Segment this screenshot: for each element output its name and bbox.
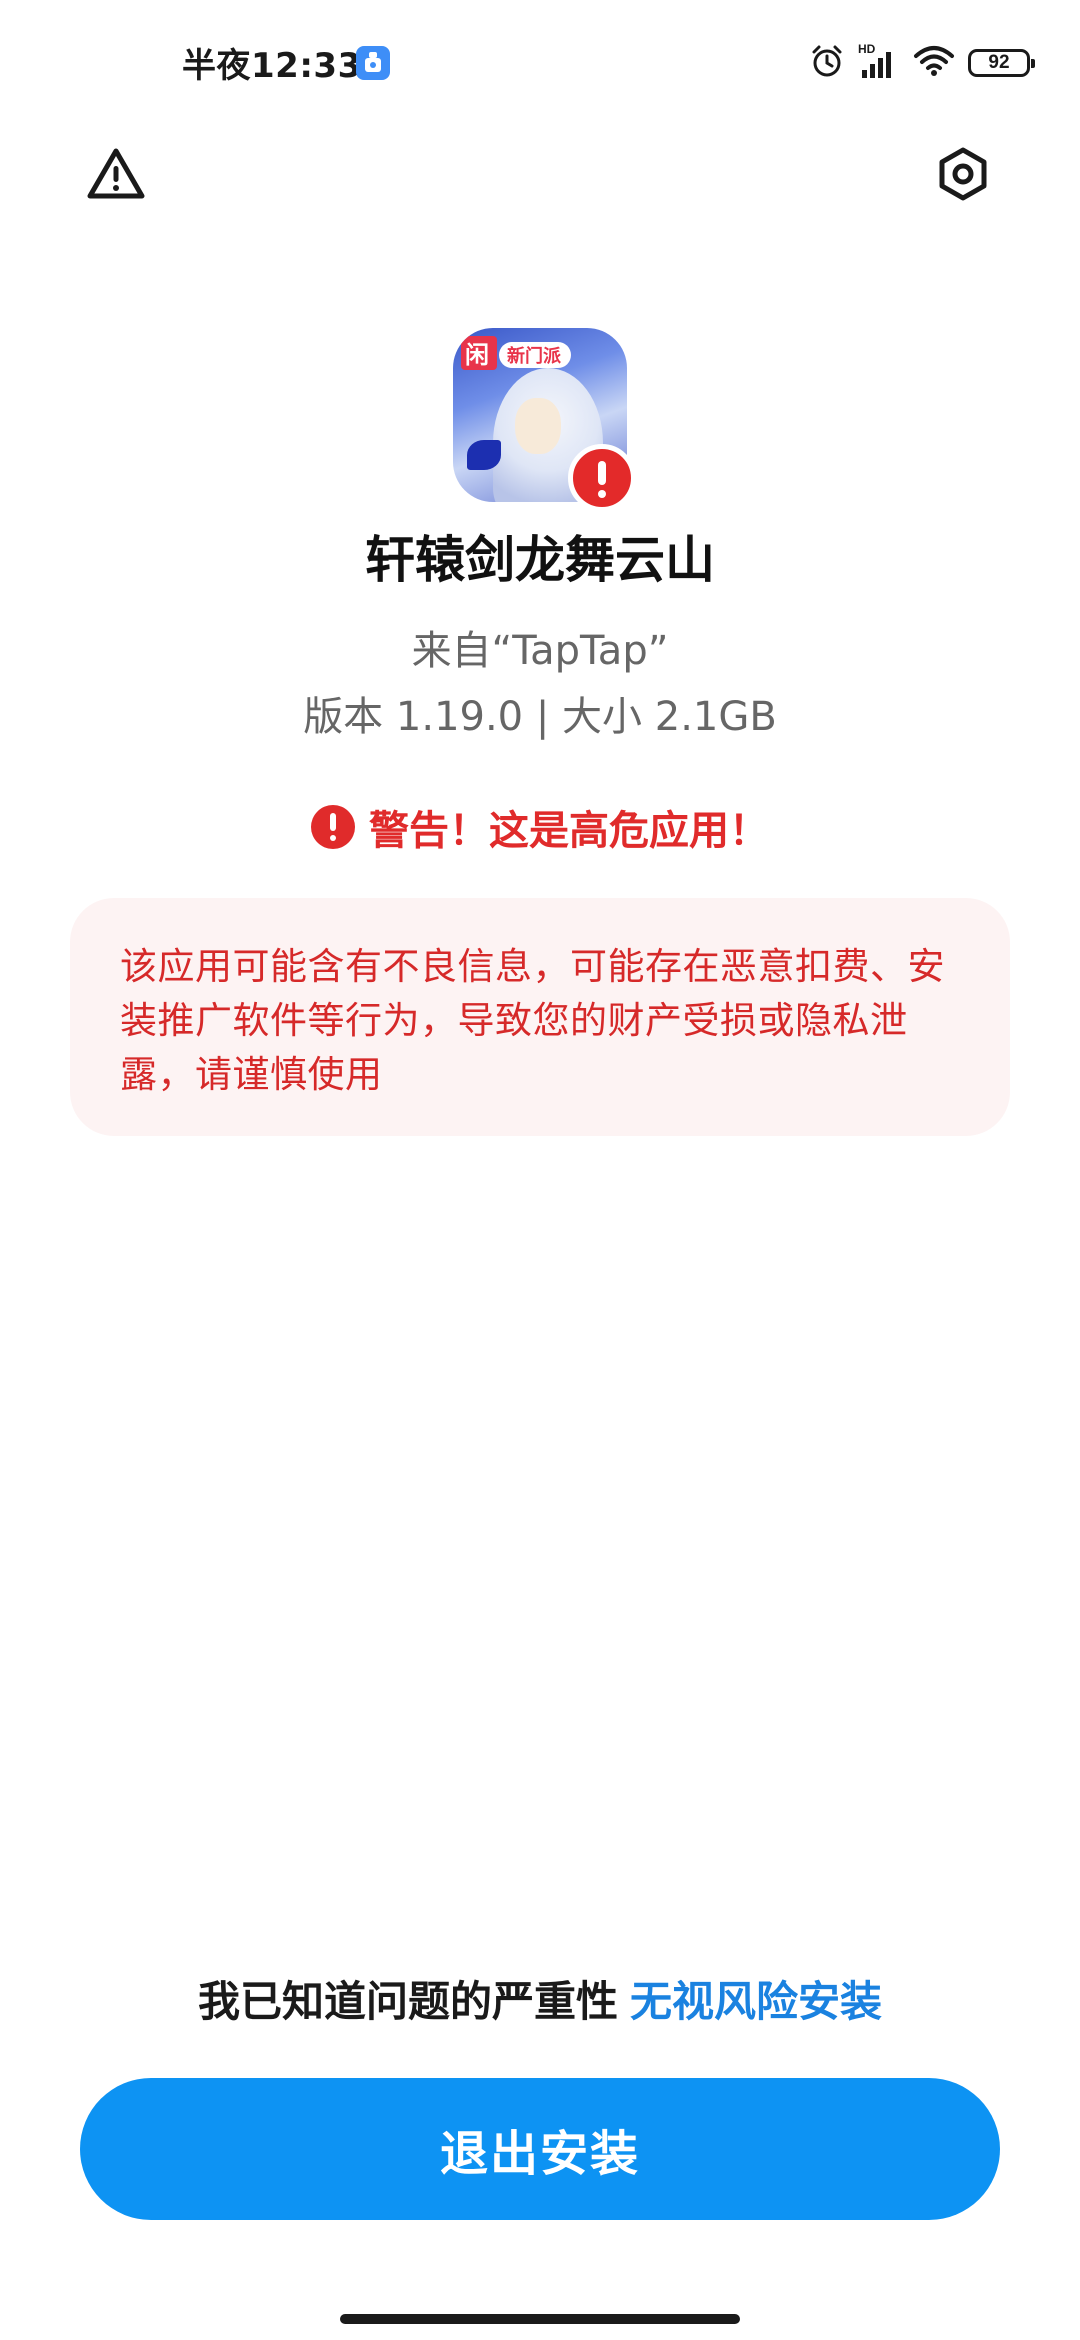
status-icons: HD 92 (808, 40, 1035, 86)
alarm-icon (808, 42, 846, 84)
status-time: 半夜12:33 (182, 46, 362, 86)
notification-app-icon (356, 46, 390, 80)
warning-box: 该应用可能含有不良信息，可能存在恶意扣费、安装推广软件等行为，导致您的财产受损或… (70, 898, 1010, 1136)
risk-badge-icon (568, 444, 636, 512)
status-bar: 半夜12:33 HD 92 (0, 0, 1080, 130)
battery-icon: 92 (968, 49, 1035, 77)
wifi-icon (912, 42, 956, 84)
signal-icon: HD (858, 42, 900, 82)
ignore-risk-prefix: 我已知道问题的严重性 (197, 1977, 618, 2026)
app-name: 轩辕剑龙舞云山 (365, 531, 715, 589)
app-icon-butterfly (467, 440, 501, 470)
alert-circle-icon (311, 805, 355, 849)
ignore-risk-row: 我已知道问题的严重性 无视风险安装 (0, 1968, 1080, 2029)
home-indicator[interactable] (340, 2314, 740, 2324)
settings-hexagon-icon[interactable] (935, 146, 991, 202)
warning-triangle-icon[interactable] (86, 146, 146, 202)
warning-title-row: 警告！这是高危应用！ (0, 798, 1080, 856)
ignore-risk-install-link[interactable]: 无视风险安装 (630, 1977, 882, 2026)
app-icon-banner: 闲 新门派 (461, 336, 571, 370)
app-meta: 版本 1.19.0 | 大小 2.1GB (303, 694, 777, 740)
warning-description: 该应用可能含有不良信息，可能存在恶意扣费、安装推广软件等行为，导致您的财产受损或… (120, 945, 945, 1096)
app-icon-face (515, 398, 561, 454)
svg-text:闲: 闲 (465, 341, 489, 369)
exit-install-button[interactable]: 退出安装 (80, 2078, 1000, 2220)
warning-title: 警告！这是高危应用！ (369, 808, 769, 854)
app-source: 来自“TapTap” (411, 628, 669, 674)
app-icon-banner-text: 新门派 (507, 345, 562, 367)
